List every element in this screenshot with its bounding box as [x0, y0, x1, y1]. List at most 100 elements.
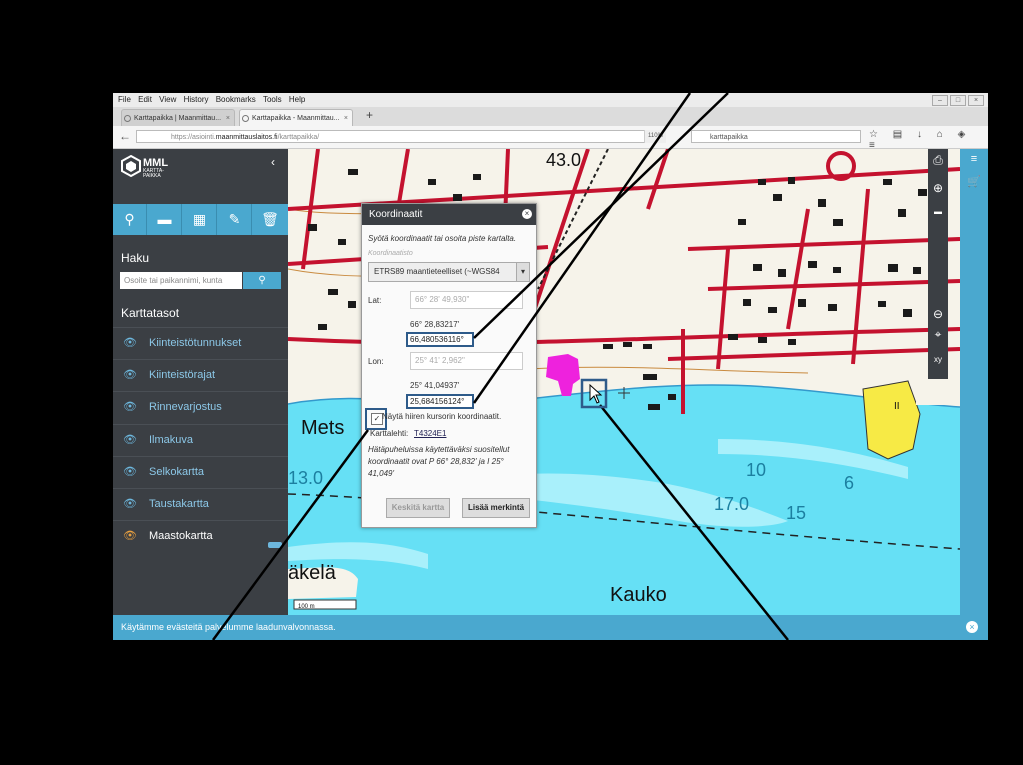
search-icon: ⚲: [258, 275, 266, 286]
menu-bookmarks[interactable]: Bookmarks: [216, 93, 256, 107]
layer-item[interactable]: 👁 Taustakartta: [113, 488, 288, 520]
map-sheet-label: Karttalehti:: [370, 429, 409, 438]
navigation-bar: ← https://asiointi.maanmittauslaitos.fi/…: [113, 126, 988, 151]
layer-label: Maastokartta: [149, 530, 213, 542]
right-toolbar: ≡ 🛒: [960, 149, 988, 615]
logo-text: MML: [143, 157, 169, 169]
layer-item[interactable]: 👁 Rinnevarjostus: [113, 391, 288, 423]
menu-icon[interactable]: ≡: [960, 153, 988, 165]
map-symbol-label: II: [894, 401, 900, 412]
zoom-slider-handle[interactable]: ▬: [928, 207, 948, 216]
industrial-area: [862, 380, 921, 460]
layers-heading: Karttatasot: [121, 306, 180, 320]
logo-icon: [121, 154, 141, 178]
coordinates-tool-icon[interactable]: xy: [928, 355, 948, 364]
layer-item[interactable]: 👁 Selkokartta: [113, 456, 288, 488]
tab-label: Karttapaikka - Maanmittau...: [252, 115, 340, 122]
close-icon[interactable]: ×: [522, 209, 532, 219]
browser-search-value: karttapaikka: [710, 134, 748, 141]
place-tool-icon[interactable]: ✎: [218, 204, 252, 235]
dialog-instruction: Syötä koordinaatit tai osoita piste kart…: [368, 234, 517, 243]
zoom-out-icon[interactable]: ⊖: [928, 307, 948, 321]
layer-item[interactable]: 👁 Kiinteistörajat: [113, 359, 288, 391]
lat-input[interactable]: 66° 28' 49,930": [410, 291, 523, 309]
minimize-icon[interactable]: –: [932, 95, 948, 106]
place-name-label: Mets: [301, 417, 344, 439]
logo-subtext: KARTTA- PAIKKA: [143, 168, 164, 179]
print-icon[interactable]: ⎙: [928, 153, 948, 168]
close-icon[interactable]: ×: [966, 621, 978, 633]
coordinate-system-select[interactable]: ETRS89 maantieteelliset (~WGS84 ▾: [368, 262, 530, 282]
place-name-label: äkelä: [288, 562, 337, 584]
map-sheet-link[interactable]: T4324E1: [414, 429, 446, 438]
layer-label: Kiinteistötunnukset: [149, 337, 242, 349]
tab-close-icon[interactable]: ×: [226, 110, 230, 126]
tab-bar: Karttapaikka | Maanmittau... × Karttapai…: [113, 107, 988, 126]
eye-icon[interactable]: 👁: [123, 328, 137, 358]
layer-item[interactable]: 👁 Kiinteistötunnukset: [113, 327, 288, 359]
zoom-level[interactable]: 110%: [644, 130, 666, 143]
trash-icon[interactable]: 🗑: [253, 204, 287, 235]
menu-bar: File Edit View History Bookmarks Tools H…: [113, 93, 988, 107]
railway: [537, 149, 609, 290]
depth-label: 15: [786, 503, 806, 523]
depth-label: 6: [844, 473, 854, 493]
coordinates-dialog: Koordinaatit × Syötä koordinaatit tai os…: [361, 203, 537, 528]
back-icon[interactable]: ←: [119, 129, 131, 143]
mml-logo[interactable]: MML KARTTA- PAIKKA: [121, 154, 168, 182]
url-prefix: https://asiointi.: [171, 134, 216, 141]
url-domain: maanmittauslaitos.fi: [215, 134, 278, 141]
measure-tool-icon[interactable]: ▬: [148, 204, 182, 235]
url-bar[interactable]: https://asiointi.maanmittauslaitos.fi/ka…: [136, 130, 664, 143]
sidebar: MML KARTTA- PAIKKA ‹ ⚲ ▬ ▦ ✎ 🗑 Haku Osoi…: [113, 149, 288, 615]
search-button[interactable]: ⚲: [243, 272, 281, 289]
collapse-sidebar-icon[interactable]: ‹: [271, 155, 275, 169]
lon-label: Lon:: [368, 357, 384, 366]
eye-icon[interactable]: 👁: [123, 360, 137, 390]
close-icon[interactable]: ×: [968, 95, 984, 106]
menu-history[interactable]: History: [184, 93, 209, 107]
elevation-label: 43.0: [546, 150, 581, 170]
land-block: [916, 377, 956, 405]
menu-tools[interactable]: Tools: [263, 93, 282, 107]
depth-label: 10: [746, 460, 766, 480]
menu-edit[interactable]: Edit: [138, 93, 152, 107]
tab-close-icon[interactable]: ×: [344, 110, 348, 126]
location-tool-icon[interactable]: ⚲: [113, 204, 147, 235]
menu-view[interactable]: View: [159, 93, 176, 107]
new-tab-icon[interactable]: +: [366, 108, 373, 122]
lat-label: Lat:: [368, 296, 382, 305]
eye-icon[interactable]: 👁: [123, 425, 137, 455]
browser-window: File Edit View History Bookmarks Tools H…: [113, 93, 988, 640]
lon-input[interactable]: 25° 41' 2,962": [410, 352, 523, 370]
pink-building: [546, 354, 580, 396]
chevron-down-icon[interactable]: ▾: [516, 263, 529, 281]
eye-icon[interactable]: 👁: [123, 521, 137, 551]
my-location-icon[interactable]: ⌖: [928, 327, 948, 342]
browser-toolbar-icons[interactable]: ☆ ▤ ↓ ⌂ ◈ ≡: [869, 129, 988, 151]
add-marker-button[interactable]: Lisää merkintä: [462, 498, 530, 518]
center-map-button[interactable]: Keskitä kartta: [386, 498, 450, 518]
place-search-input[interactable]: Osoite tai paikannimi, kunta: [120, 272, 242, 289]
eye-icon[interactable]: 👁: [123, 392, 137, 422]
browser-search-input[interactable]: karttapaikka: [691, 130, 861, 143]
lat-decimal-degrees: 66,480536116°: [406, 332, 474, 347]
opacity-slider[interactable]: [268, 542, 282, 548]
lon-decimal-degrees: 25,684156124°: [406, 394, 474, 409]
eye-icon[interactable]: 👁: [123, 457, 137, 487]
menu-file[interactable]: File: [118, 93, 131, 107]
zoom-in-icon[interactable]: ⊕: [928, 181, 948, 195]
tab-2[interactable]: Karttapaikka - Maanmittau... ×: [239, 109, 353, 126]
lon-degrees-minutes: 25° 41,04937': [410, 381, 460, 390]
layer-item-active[interactable]: 👁 Maastokartta: [113, 520, 288, 552]
map-print-tool-icon[interactable]: ▦: [183, 204, 217, 235]
emergency-coordinates-text: Hätäpuheluissa käytettäväksi suositellut…: [368, 445, 510, 478]
menu-help[interactable]: Help: [289, 93, 305, 107]
layer-label: Taustakartta: [149, 498, 209, 510]
tab-1[interactable]: Karttapaikka | Maanmittau... ×: [121, 109, 235, 126]
eye-icon[interactable]: 👁: [123, 489, 137, 519]
maximize-icon[interactable]: □: [950, 95, 966, 106]
layer-item[interactable]: 👁 Ilmakuva: [113, 424, 288, 456]
favicon-icon: [242, 115, 249, 122]
cart-icon[interactable]: 🛒: [960, 175, 988, 188]
